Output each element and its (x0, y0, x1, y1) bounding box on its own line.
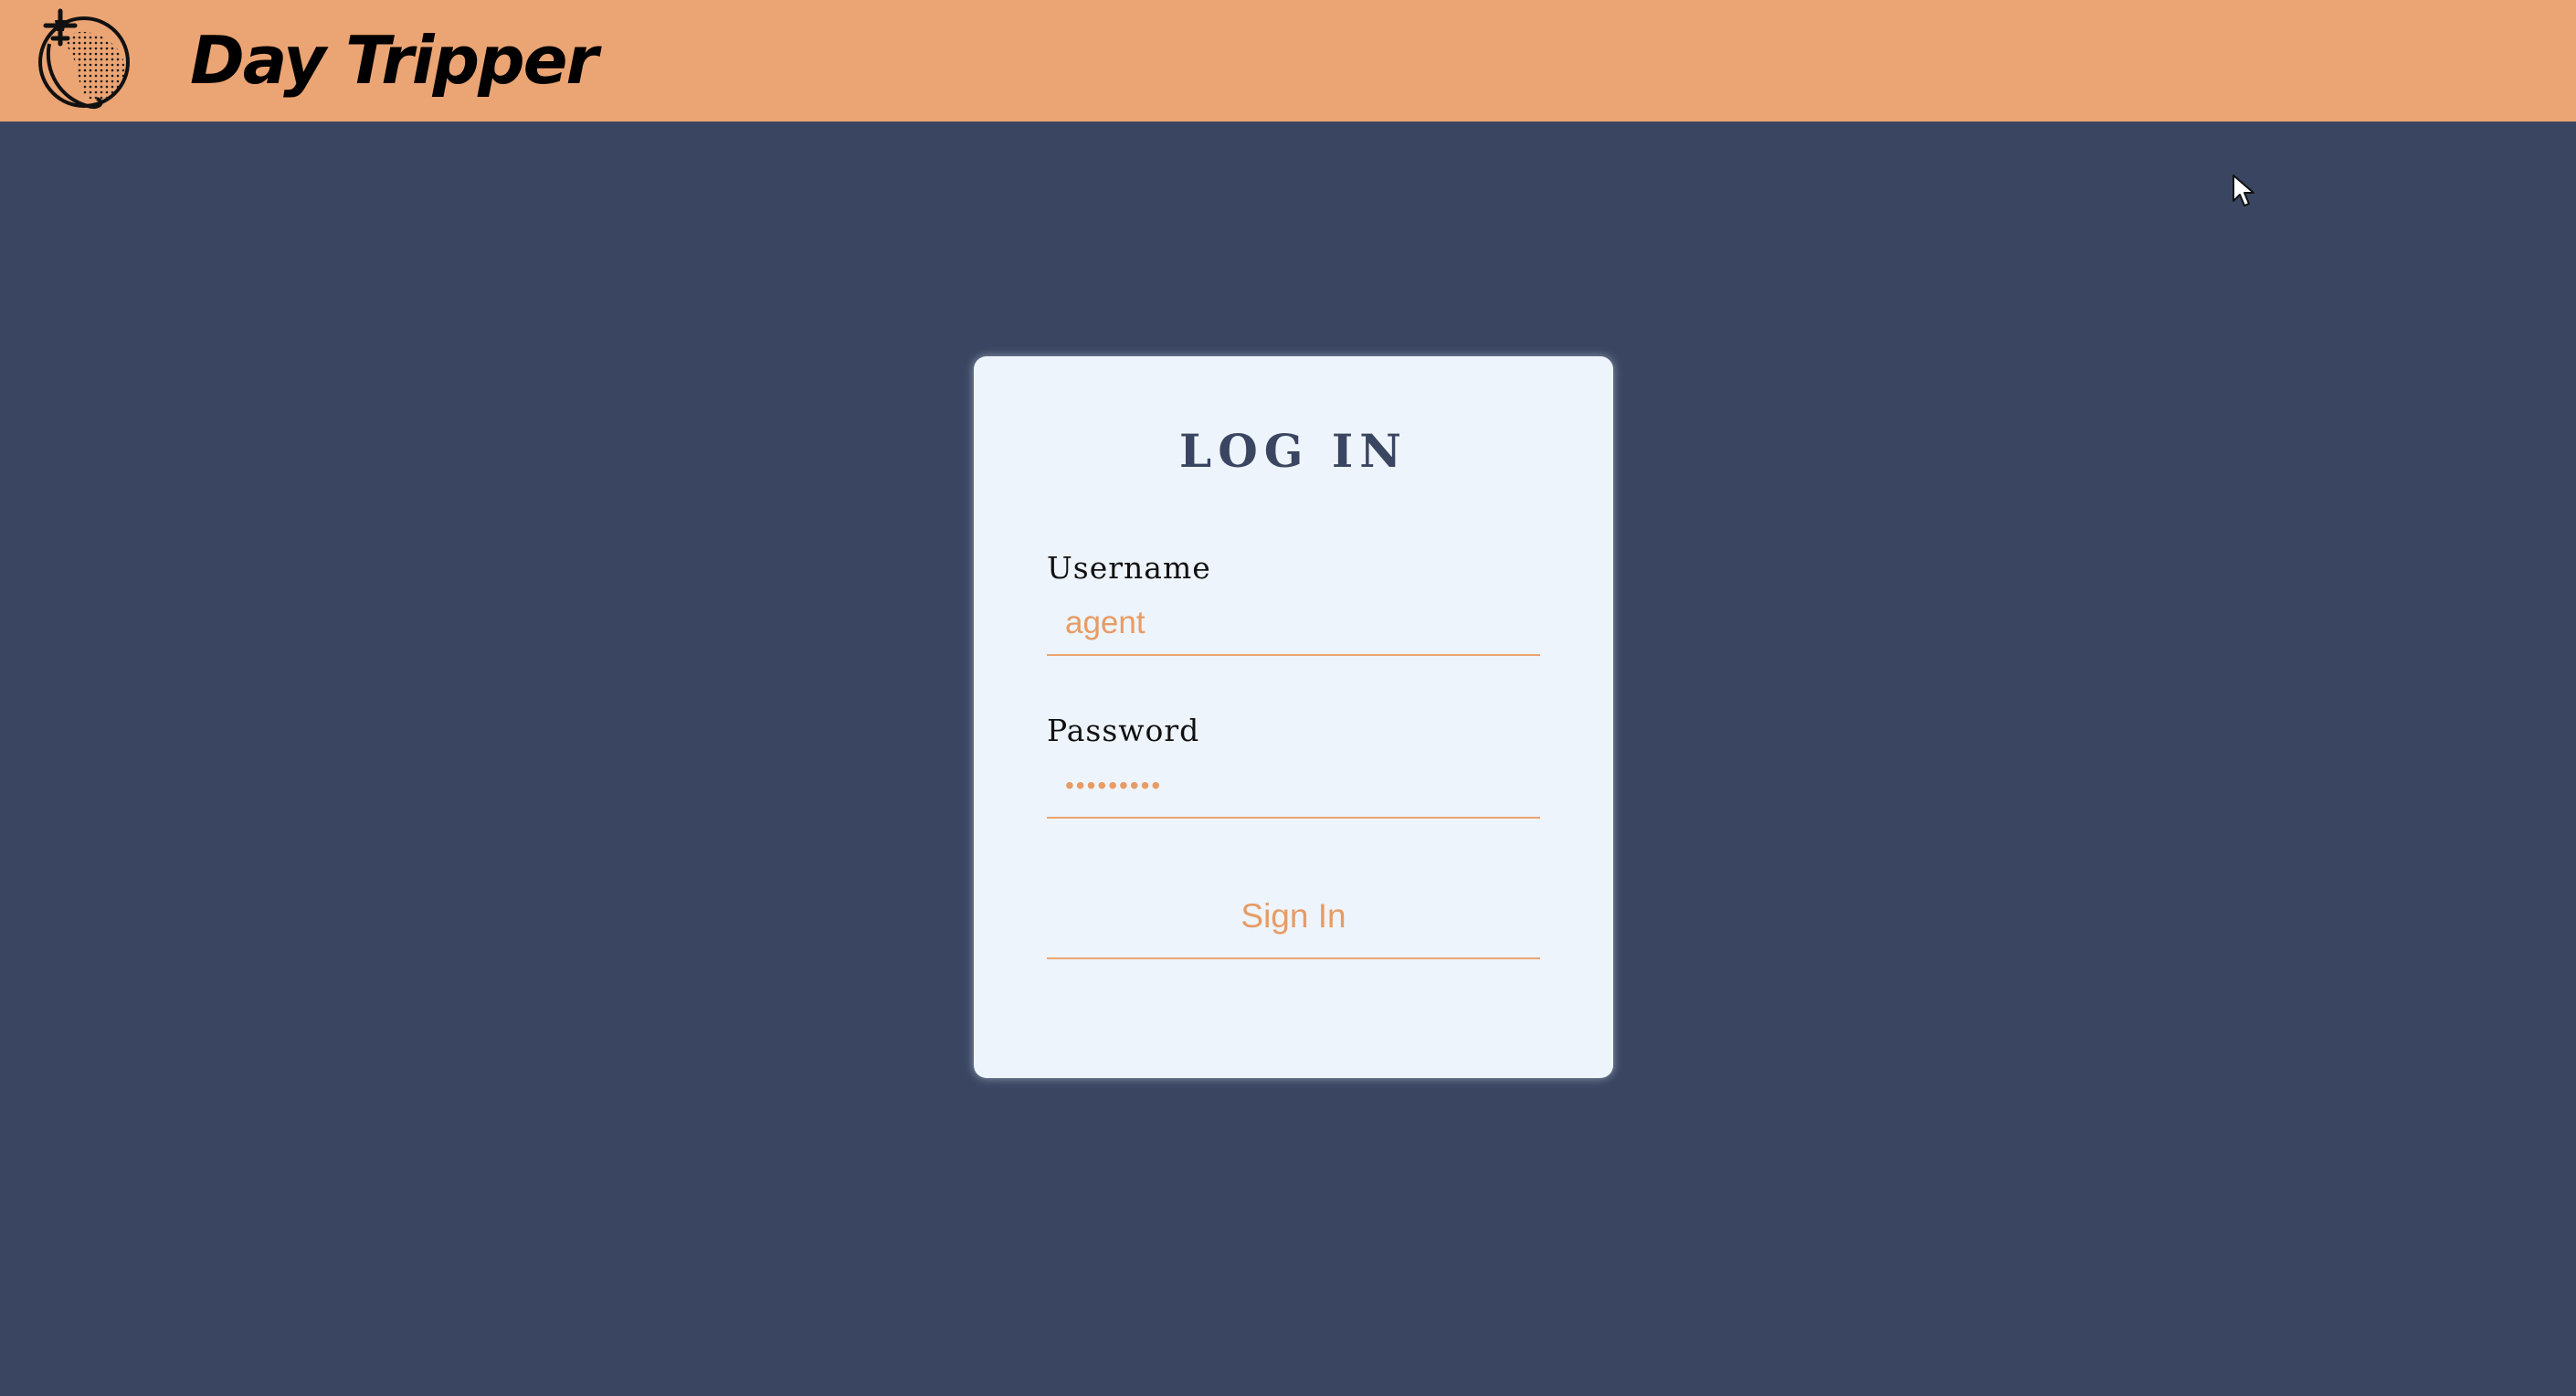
login-title: LOG IN (1179, 424, 1408, 478)
top-bar: Day Tripper (0, 0, 2576, 122)
sign-in-button[interactable]: Sign In (1047, 875, 1540, 959)
globe-airplane-icon[interactable] (33, 7, 133, 112)
login-card: LOG IN Username Password Sign In (974, 356, 1613, 1078)
username-input[interactable] (1047, 592, 1540, 656)
mouse-cursor-icon (2233, 174, 2254, 206)
password-label: Password (1047, 713, 1200, 748)
username-label: Username (1047, 550, 1211, 586)
brand-title[interactable]: Day Tripper (190, 15, 598, 106)
password-input[interactable] (1047, 755, 1540, 819)
